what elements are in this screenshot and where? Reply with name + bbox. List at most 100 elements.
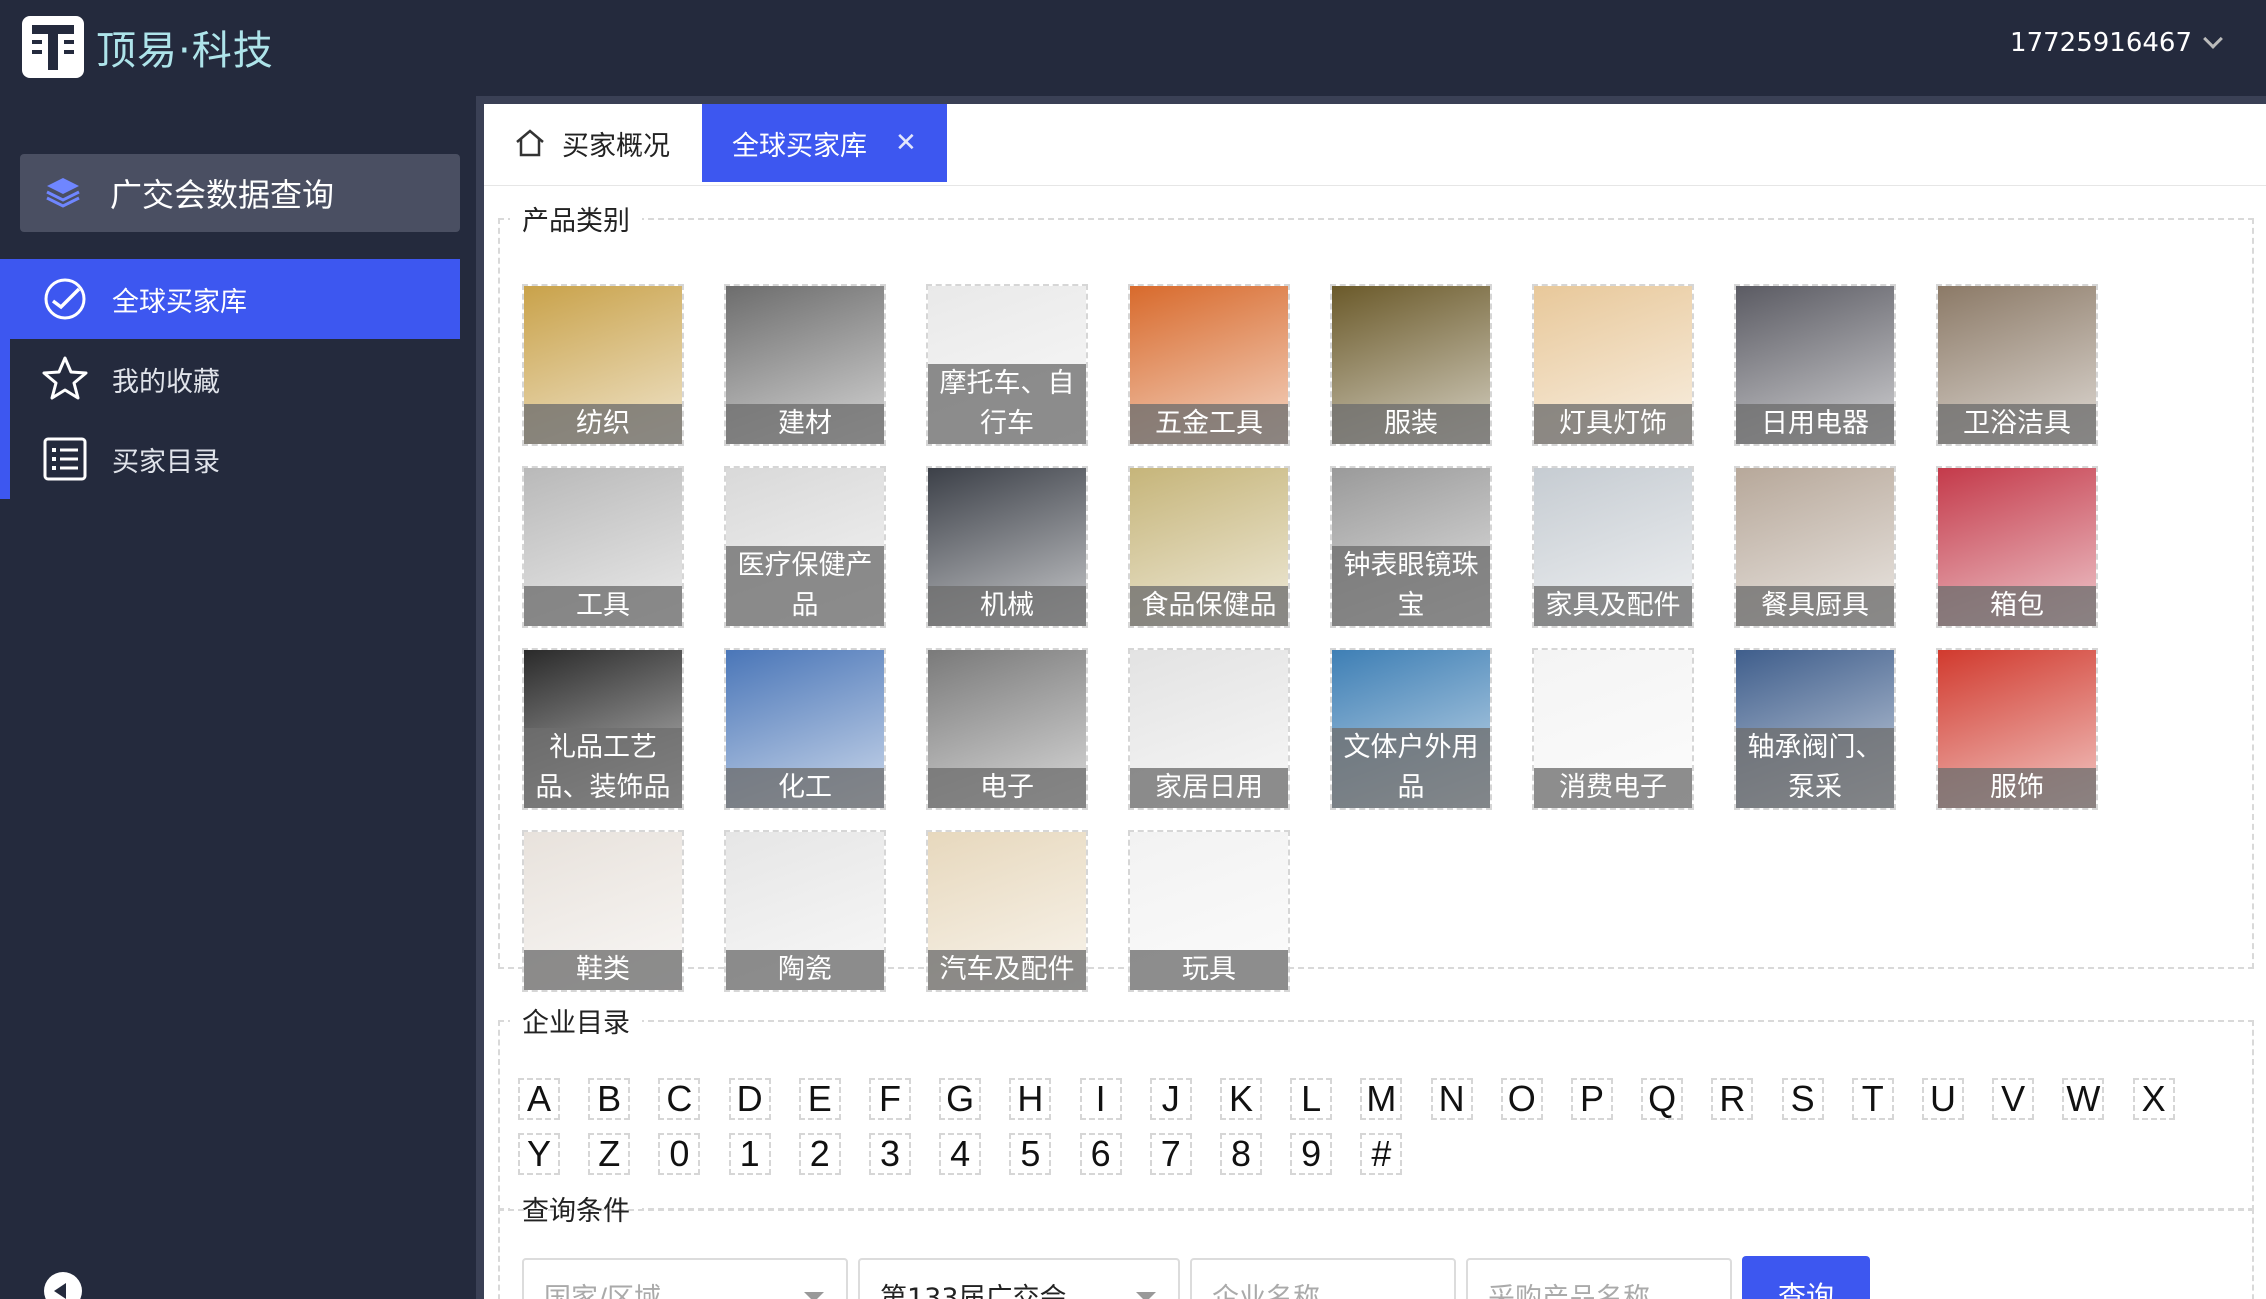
category-card[interactable]: 消费电子 (1532, 648, 1694, 810)
sidebar-item-global-buyers[interactable]: 全球买家库 (10, 259, 460, 339)
category-card[interactable]: 礼品工艺品、装饰品 (522, 648, 684, 810)
tab-global-buyers[interactable]: 全球买家库 ✕ (702, 104, 947, 182)
letter-filter[interactable]: 4 (939, 1133, 982, 1175)
query-row: 国家/区域 第133届广交会 企业名称 采购产品名称 查询 (522, 1256, 1870, 1299)
letter-filter[interactable]: K (1220, 1078, 1262, 1120)
letter-filter[interactable]: P (1571, 1078, 1613, 1120)
sidebar-item-favorites[interactable]: 我的收藏 (10, 339, 460, 419)
letter-filter[interactable]: 2 (798, 1133, 841, 1175)
category-card[interactable]: 卫浴洁具 (1936, 284, 2098, 446)
letter-filter[interactable]: U (1922, 1078, 1964, 1120)
letter-filter[interactable]: S (1781, 1078, 1824, 1120)
category-card[interactable]: 轴承阀门、泵采 (1734, 648, 1896, 810)
category-label: 消费电子 (1534, 768, 1692, 808)
product-name-input[interactable]: 采购产品名称 (1466, 1258, 1732, 1299)
letter-filter[interactable]: R (1711, 1078, 1754, 1120)
user-menu[interactable]: 17725916467 (2010, 28, 2223, 58)
letter-filter[interactable]: 8 (1220, 1133, 1262, 1175)
system-selector[interactable]: 广交会数据查询 (20, 154, 460, 232)
letter-filter[interactable]: 3 (869, 1133, 911, 1175)
category-label: 轴承阀门、泵采 (1736, 728, 1894, 808)
category-card[interactable]: 餐具厨具 (1734, 466, 1896, 628)
letter-filter[interactable]: Y (518, 1133, 560, 1175)
letter-filter[interactable]: J (1149, 1078, 1192, 1120)
sidebar-item-label: 买家目录 (112, 446, 220, 478)
letter-filter[interactable]: F (869, 1078, 911, 1120)
close-icon[interactable]: ✕ (895, 128, 917, 158)
category-card[interactable]: 钟表眼镜珠宝 (1330, 466, 1492, 628)
category-label: 纺织 (524, 404, 682, 444)
category-card[interactable]: 医疗保健产品 (724, 466, 886, 628)
letter-filter[interactable]: C (658, 1078, 701, 1120)
category-card[interactable]: 玩具 (1128, 830, 1290, 992)
letter-filter[interactable]: I (1079, 1078, 1122, 1120)
chevron-down-icon (2203, 29, 2223, 49)
letter-filter[interactable]: O (1500, 1078, 1543, 1120)
section-title: 产品类别 (522, 206, 630, 237)
category-card[interactable]: 灯具灯饰 (1532, 284, 1694, 446)
letter-filter[interactable]: Q (1641, 1078, 1684, 1120)
category-label: 家具及配件 (1534, 586, 1692, 626)
sidebar-item-label: 全球买家库 (112, 286, 247, 318)
category-card[interactable]: 五金工具 (1128, 284, 1290, 446)
category-card[interactable]: 汽车及配件 (926, 830, 1088, 992)
tab-buyer-overview[interactable]: 买家概况 (484, 104, 700, 182)
collapse-sidebar-icon[interactable] (44, 1272, 82, 1299)
category-card[interactable]: 日用电器 (1734, 284, 1896, 446)
letter-filter[interactable]: # (1360, 1133, 1403, 1175)
letter-filter[interactable]: 0 (658, 1133, 701, 1175)
category-card[interactable]: 陶瓷 (724, 830, 886, 992)
user-phone: 17725916467 (2010, 28, 2192, 58)
category-card[interactable]: 食品保健品 (1128, 466, 1290, 628)
letter-filter[interactable]: X (2132, 1078, 2175, 1120)
letter-filter[interactable]: W (2062, 1078, 2105, 1120)
category-card[interactable]: 摩托车、自行车 (926, 284, 1088, 446)
letter-filter[interactable]: D (728, 1078, 771, 1120)
country-select[interactable]: 国家/区域 (522, 1258, 848, 1299)
category-label: 玩具 (1130, 950, 1288, 990)
letter-filter[interactable]: 9 (1290, 1133, 1333, 1175)
category-card[interactable]: 家居日用 (1128, 648, 1290, 810)
section-title: 企业目录 (522, 1008, 630, 1039)
category-card[interactable]: 工具 (522, 466, 684, 628)
category-card[interactable]: 文体户外用品 (1330, 648, 1492, 810)
category-card[interactable]: 箱包 (1936, 466, 2098, 628)
letter-filter[interactable]: G (939, 1078, 982, 1120)
category-card[interactable]: 机械 (926, 466, 1088, 628)
category-card[interactable]: 纺织 (522, 284, 684, 446)
category-card[interactable]: 化工 (724, 648, 886, 810)
category-label: 化工 (726, 768, 884, 808)
category-label: 工具 (524, 586, 682, 626)
letter-filter[interactable]: Z (588, 1133, 631, 1175)
category-card[interactable]: 服装 (1330, 284, 1492, 446)
sidebar: 广交会数据查询 全球买家库 我的收藏 买家目录 (0, 96, 476, 1299)
category-card[interactable]: 家具及配件 (1532, 466, 1694, 628)
letter-filter[interactable]: A (518, 1078, 560, 1120)
category-card[interactable]: 建材 (724, 284, 886, 446)
session-select[interactable]: 第133届广交会 (858, 1258, 1180, 1299)
category-card[interactable]: 鞋类 (522, 830, 684, 992)
category-card[interactable]: 服饰 (1936, 648, 2098, 810)
category-card[interactable]: 电子 (926, 648, 1088, 810)
tab-label: 全球买家库 (732, 130, 867, 162)
letter-filter[interactable]: L (1290, 1078, 1333, 1120)
brand-logo[interactable]: 顶易·科技 (22, 16, 274, 78)
company-name-input[interactable]: 企业名称 (1190, 1258, 1456, 1299)
letter-filter[interactable]: 5 (1009, 1133, 1052, 1175)
company-placeholder: 企业名称 (1212, 1282, 1320, 1299)
letter-filter[interactable]: E (798, 1078, 841, 1120)
letter-filter[interactable]: 7 (1149, 1133, 1192, 1175)
letter-filter[interactable]: M (1360, 1078, 1403, 1120)
search-button[interactable]: 查询 (1742, 1256, 1870, 1299)
letter-filter[interactable]: T (1851, 1078, 1894, 1120)
brand-name: 顶易·科技 (96, 28, 274, 74)
letter-filter[interactable]: V (1992, 1078, 2035, 1120)
sidebar-item-buyer-directory[interactable]: 买家目录 (10, 419, 460, 499)
letter-filter[interactable]: B (588, 1078, 631, 1120)
letter-filter[interactable]: H (1009, 1078, 1052, 1120)
handshake-icon (40, 274, 90, 324)
letter-filter[interactable]: 1 (728, 1133, 771, 1175)
tab-label: 买家概况 (562, 130, 670, 162)
letter-filter[interactable]: N (1430, 1078, 1473, 1120)
letter-filter[interactable]: 6 (1079, 1133, 1122, 1175)
